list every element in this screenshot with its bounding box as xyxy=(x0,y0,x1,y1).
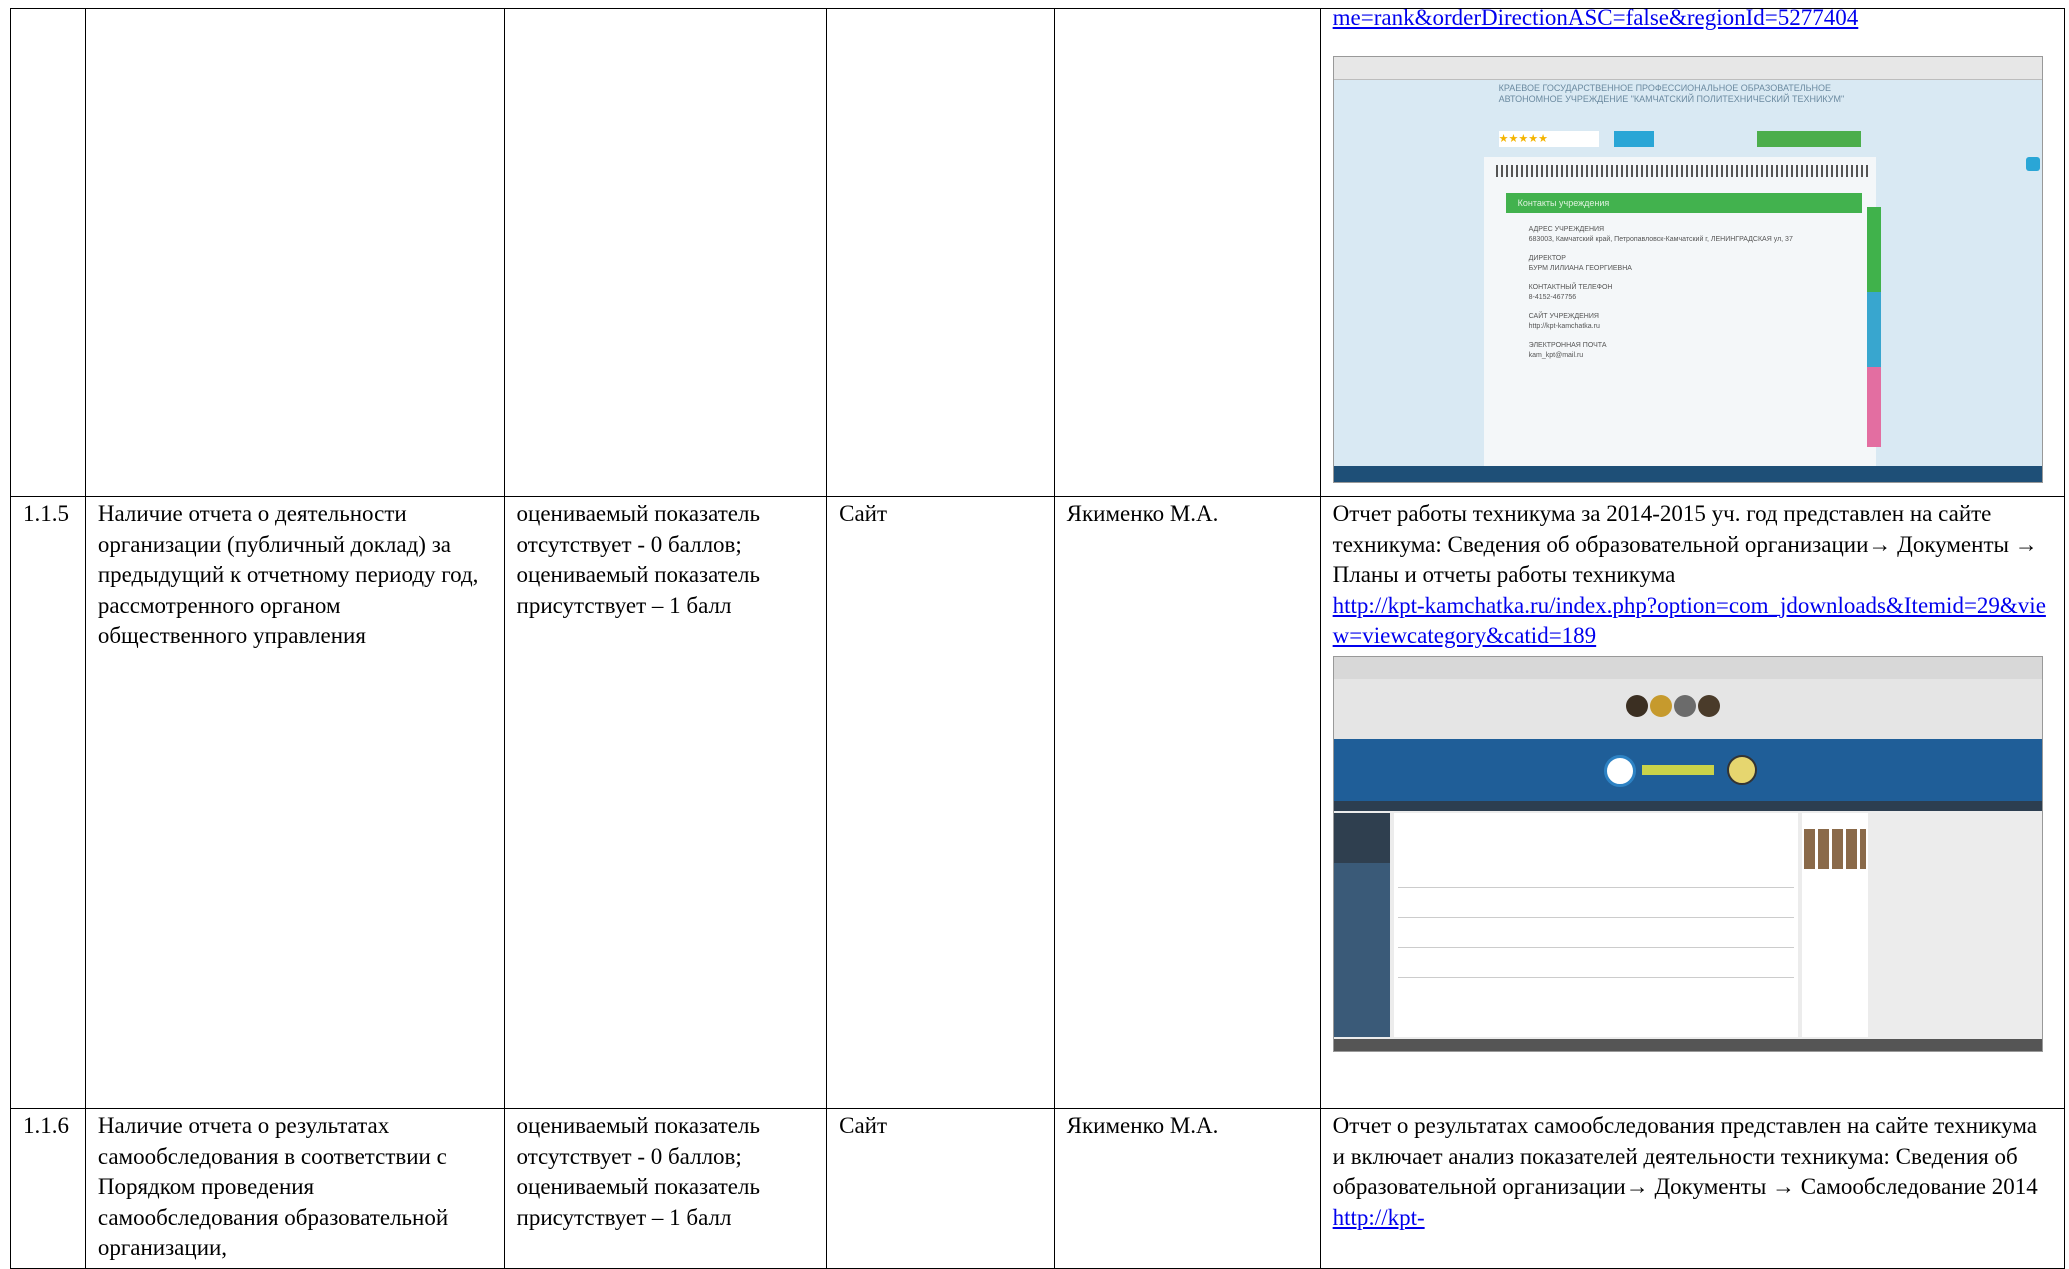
emblem-icon xyxy=(1726,754,1757,785)
medal-icon xyxy=(1673,694,1696,717)
browser-toolbar xyxy=(1333,56,2042,80)
cell-scale xyxy=(503,8,828,497)
cell-indicator xyxy=(84,8,505,497)
side-tab xyxy=(1866,291,1881,367)
site-main xyxy=(1393,812,1798,1037)
evaluation-table: me=rank&orderDirectionASC=false&regionId… xyxy=(10,8,2066,1269)
evidence-link[interactable]: me=rank&orderDirectionASC=false&regionId… xyxy=(1333,10,2052,34)
cell-evidence: Отчет о результатах самообследования пре… xyxy=(1319,1108,2066,1269)
taskbar xyxy=(1333,465,2042,482)
cell-evidence: me=rank&orderDirectionASC=false&regionId… xyxy=(1319,8,2066,497)
cell-source xyxy=(826,8,1055,497)
table-row: me=rank&orderDirectionASC=false&regionId… xyxy=(10,8,2066,497)
cell-evidence: Отчет работы техникума за 2014-2015 уч. … xyxy=(1319,496,2066,1109)
feedback-button xyxy=(1756,130,1861,147)
cell-indicator: Наличие отчета о деятельности организаци… xyxy=(84,496,505,1109)
cell-source: Сайт xyxy=(826,496,1055,1109)
card-title: Контакты учреждения xyxy=(1505,192,1862,213)
cell-responsible xyxy=(1053,8,1321,497)
medal-icon xyxy=(1625,694,1648,717)
cell-indicator: Наличие отчета о результатах самообследо… xyxy=(84,1108,505,1269)
table-row: 1.1.6 Наличие отчета о результатах самоо… xyxy=(10,1108,2066,1269)
chat-icon xyxy=(2025,156,2040,171)
site-sidebar xyxy=(1333,812,1390,1037)
evidence-link[interactable]: http://kpt- xyxy=(1333,1205,1425,1230)
notebook-spiral xyxy=(1495,164,1870,177)
logo-caption xyxy=(1641,764,1714,775)
cell-responsible: Якименко М.А. xyxy=(1053,496,1321,1109)
cell-scale: оцениваемый показатель отсутствует - 0 б… xyxy=(503,496,828,1109)
rate-button xyxy=(1613,130,1654,147)
side-tab xyxy=(1866,206,1881,292)
table-row: 1.1.5 Наличие отчета о деятельности орга… xyxy=(10,496,2066,1109)
evidence-text: Отчет о результатах самообследования пре… xyxy=(1332,1113,2038,1199)
institution-header: КРАЕВОЕ ГОСУДАРСТВЕННОЕ ПРОФЕССИОНАЛЬНОЕ… xyxy=(1498,82,1845,104)
screenshot-rating-card: КРАЕВОЕ ГОСУДАРСТВЕННОЕ ПРОФЕССИОНАЛЬНОЕ… xyxy=(1332,55,2043,483)
screenshot-college-site xyxy=(1332,655,2043,1052)
medal-icon xyxy=(1697,694,1720,717)
contact-info: АДРЕС УЧРЕЖДЕНИЯ 683003, Камчатский край… xyxy=(1528,225,1793,359)
cell-num xyxy=(10,8,86,497)
browser-toolbar xyxy=(1333,656,2042,680)
cell-num: 1.1.5 xyxy=(10,496,86,1109)
rating-stars: ★★★★★ xyxy=(1498,130,1599,147)
college-logo xyxy=(1603,754,1636,787)
cell-source: Сайт xyxy=(826,1108,1055,1269)
photo-thumbnails xyxy=(1803,828,1866,869)
cell-scale: оцениваемый показатель отсутствует - 0 б… xyxy=(503,1108,828,1269)
cell-responsible: Якименко М.А. xyxy=(1053,1108,1321,1269)
evidence-text: Отчет работы техникума за 2014-2015 уч. … xyxy=(1332,501,2038,587)
taskbar xyxy=(1333,1038,2042,1051)
side-tab xyxy=(1866,366,1881,447)
cell-num: 1.1.6 xyxy=(10,1108,86,1269)
site-nav xyxy=(1333,800,2042,811)
medal-icon xyxy=(1649,694,1672,717)
evidence-link[interactable]: http://kpt-kamchatka.ru/index.php?option… xyxy=(1333,593,2046,649)
